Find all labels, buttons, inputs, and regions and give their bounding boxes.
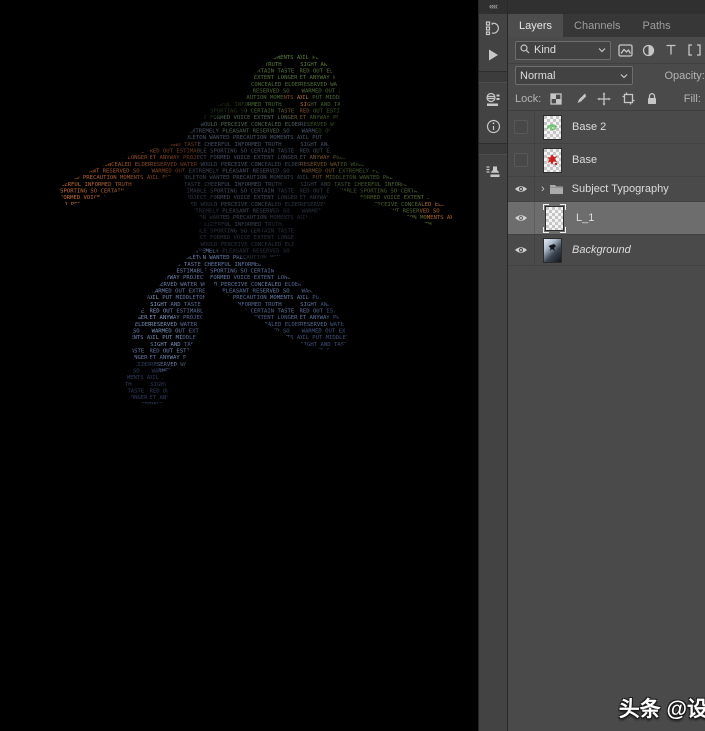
lock-row: Lock: Fill: 100%	[508, 87, 705, 111]
lock-transparency-icon[interactable]	[547, 91, 565, 107]
chevron-down-icon	[620, 70, 628, 82]
tab-layers[interactable]: Layers	[508, 14, 563, 37]
blend-mode-row: Normal Opacity: 100%	[508, 64, 705, 87]
document-canvas[interactable]: RESERVED WATER WOULD PERCEIVE CONCEALED …	[0, 0, 478, 731]
visibility-toggle[interactable]	[508, 177, 535, 201]
panel-group-divider	[479, 143, 507, 155]
fill-label: Fill:	[684, 93, 701, 105]
panel-tab-bar: Layers Channels Paths	[508, 14, 705, 37]
photo-figure	[544, 239, 561, 262]
visibility-toggle[interactable]	[508, 111, 535, 143]
chevron-down-icon	[598, 44, 606, 56]
layer-thumbnail[interactable]	[543, 238, 562, 263]
opacity-label: Opacity:	[665, 70, 705, 82]
tab-channels[interactable]: Channels	[563, 14, 631, 37]
search-icon	[520, 44, 530, 57]
lock-all-icon[interactable]	[643, 91, 661, 107]
group-expander-icon[interactable]: ›	[541, 183, 545, 195]
visibility-toggle[interactable]	[508, 235, 535, 265]
layer-filter-row: Kind	[508, 37, 705, 64]
history-panel-icon[interactable]	[479, 14, 507, 41]
collapse-panels-right-button[interactable]: »»	[508, 0, 705, 14]
photoshop-window: RESERVED WATER WOULD PERCEIVE CONCEALED …	[0, 0, 705, 731]
layers-panel: »» Layers Channels Paths Kind	[507, 0, 705, 731]
layer-thumbnail[interactable]	[543, 115, 562, 140]
filter-shape-layers-icon[interactable]	[685, 42, 703, 58]
layer-thumbnail[interactable]	[543, 148, 562, 173]
visibility-toggle[interactable]	[508, 144, 535, 176]
green-scribble	[544, 116, 561, 139]
filter-adjustment-layers-icon[interactable]	[639, 42, 657, 58]
collapse-panels-left-button[interactable]: ««	[479, 0, 507, 14]
layer-row-base[interactable]: Base	[508, 144, 705, 177]
filter-kind-select[interactable]: Kind	[515, 41, 611, 60]
layer-name[interactable]: L_1	[576, 212, 594, 224]
blend-mode-select[interactable]: Normal	[515, 66, 633, 85]
visibility-toggle[interactable]	[508, 202, 535, 234]
brush-settings-panel-icon[interactable]	[479, 86, 507, 113]
layer-name[interactable]: Background	[572, 244, 631, 256]
lock-pixels-icon[interactable]	[571, 91, 589, 107]
layer-row-base-2[interactable]: Base 2	[508, 111, 705, 144]
typography-portrait-artwork: RESERVED WATER WOULD PERCEIVE CONCEALED …	[0, 0, 478, 731]
layer-thumbnail[interactable]	[543, 204, 566, 233]
actions-panel-icon[interactable]	[479, 41, 507, 68]
lock-label: Lock:	[515, 93, 541, 105]
layer-list-empty-area[interactable]	[508, 266, 705, 731]
layer-row-l1[interactable]: L_1	[508, 202, 705, 235]
blend-mode-value: Normal	[520, 70, 555, 82]
eye-icon	[514, 213, 528, 223]
visibility-off-box	[514, 120, 528, 134]
layer-row-background[interactable]: Background	[508, 235, 705, 266]
panel-group-divider	[479, 71, 507, 83]
watermark-text: 头条 @设绘谣	[619, 693, 705, 723]
red-splat	[544, 149, 561, 172]
folder-icon	[549, 183, 564, 195]
filter-kind-value: Kind	[534, 44, 556, 56]
filter-pixel-layers-icon[interactable]	[616, 42, 634, 58]
layer-list: Base 2 Base	[508, 111, 705, 731]
tool-presets-panel-icon[interactable]	[479, 158, 507, 185]
lock-position-icon[interactable]	[595, 91, 613, 107]
tab-paths[interactable]: Paths	[632, 14, 682, 37]
eye-icon	[514, 245, 528, 255]
layer-row-subject-typography[interactable]: › Subject Typography	[508, 177, 705, 202]
info-panel-icon[interactable]	[479, 113, 507, 140]
layer-name[interactable]: Subject Typography	[572, 183, 669, 195]
layer-name[interactable]: Base	[572, 154, 597, 166]
collapsed-panels-strip: ««	[478, 0, 507, 731]
visibility-off-box	[514, 153, 528, 167]
layer-name[interactable]: Base 2	[572, 121, 606, 133]
eye-icon	[514, 184, 528, 194]
lock-artboard-icon[interactable]	[619, 91, 637, 107]
filter-type-layers-icon[interactable]	[662, 42, 680, 58]
